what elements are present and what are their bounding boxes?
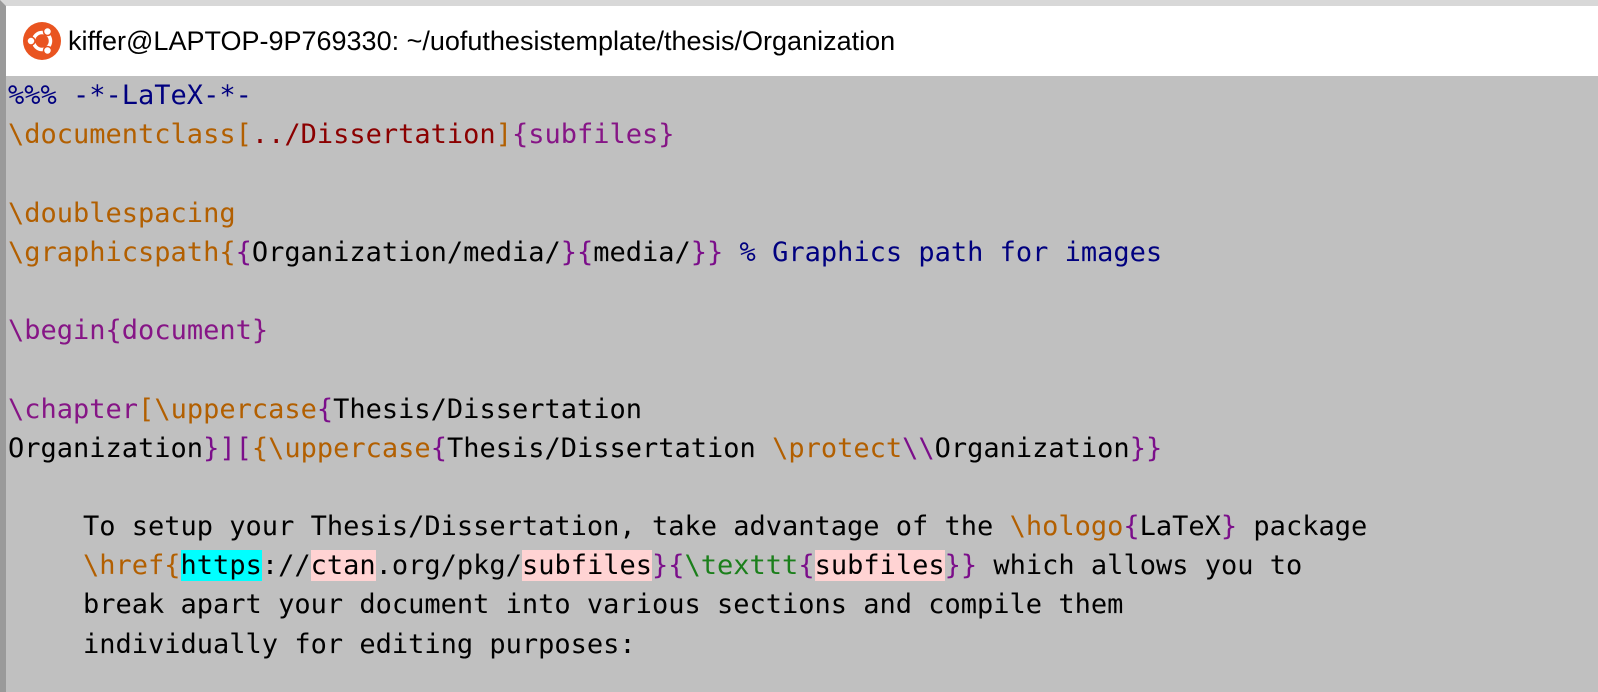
- brace: }{: [560, 236, 594, 268]
- latex-command: \hologo: [1009, 511, 1124, 543]
- latex-text: package: [1237, 511, 1368, 543]
- latex-text: which allows you to: [977, 550, 1303, 582]
- code-line-1: %%% -*-LaTeX-*-: [8, 76, 1598, 115]
- latex-text: Organization: [934, 432, 1130, 464]
- latex-command: \graphicspath: [8, 236, 220, 268]
- code-line-5: \graphicspath{{Organization/media/}{medi…: [8, 233, 1598, 272]
- latex-command: \begin: [8, 315, 106, 347]
- latex-text: break apart your document into various s…: [83, 589, 1124, 621]
- code-line-13: \href{https://ctan.org/pkg/subfiles}{\te…: [8, 546, 1598, 585]
- code-line-4: \doublespacing: [8, 194, 1598, 233]
- bracket: [: [138, 393, 155, 425]
- latex-text: Thesis/Dissertation: [333, 393, 642, 425]
- brace: {: [251, 432, 269, 464]
- url-text: .org/pkg/: [375, 550, 522, 582]
- latex-command: \protect: [772, 432, 903, 464]
- latex-comment: %%% -*-LaTeX-*-: [8, 80, 252, 111]
- brace: }][: [203, 432, 252, 464]
- latex-command: \\: [902, 432, 935, 464]
- code-line-14: break apart your document into various s…: [8, 585, 1598, 624]
- bracket: ]: [495, 119, 512, 151]
- latex-command: \doublespacing: [8, 197, 236, 229]
- latex-text: media/: [593, 236, 691, 268]
- url-scheme-highlight: https: [180, 550, 262, 582]
- brace: }}: [944, 550, 978, 582]
- latex-command: \chapter: [8, 393, 139, 425]
- spell-highlight: subfiles: [814, 550, 945, 582]
- terminal-window: kiffer@LAPTOP-9P769330: ~/uofuthesistemp…: [0, 0, 1598, 692]
- latex-command: \href: [83, 550, 165, 582]
- latex-argument: LaTeX: [1139, 511, 1221, 543]
- code-line-12: To setup your Thesis/Dissertation, take …: [8, 507, 1598, 546]
- latex-command: \uppercase: [268, 432, 431, 464]
- brace: {: [219, 236, 236, 268]
- latex-argument: {document}: [105, 315, 269, 347]
- spell-highlight: subfiles: [521, 550, 652, 582]
- brace: {: [1123, 511, 1140, 543]
- brace: }}: [690, 236, 724, 268]
- ubuntu-icon: [23, 22, 61, 60]
- latex-command: \uppercase: [154, 393, 317, 425]
- brace: }}: [1129, 432, 1163, 464]
- code-line-10: Organization}][{\uppercase{Thesis/Disser…: [8, 429, 1598, 468]
- code-line-2: \documentclass[../Dissertation]{subfiles…: [8, 115, 1598, 154]
- bracket: [: [235, 119, 252, 151]
- code-line-9: \chapter[\uppercase{Thesis/Dissertation: [8, 390, 1598, 429]
- url-text: ://: [261, 550, 311, 582]
- brace: {: [164, 550, 181, 582]
- latex-text: individually for editing purposes:: [83, 628, 636, 660]
- brace: {: [316, 393, 334, 425]
- brace: {: [235, 236, 252, 268]
- latex-comment: % Graphics path for images: [723, 236, 1163, 268]
- latex-command: \documentclass: [8, 119, 236, 151]
- latex-text: To setup your Thesis/Dissertation, take …: [83, 511, 1010, 543]
- brace: {: [430, 432, 447, 464]
- brace: }: [1220, 511, 1238, 543]
- code-line-15: individually for editing purposes:: [8, 625, 1598, 664]
- brace: {: [798, 550, 815, 582]
- latex-text: Organization/media/: [251, 236, 561, 268]
- terminal-editor[interactable]: %%% -*-LaTeX-*- \documentclass[../Disser…: [8, 76, 1598, 692]
- latex-command: \texttt: [684, 550, 799, 582]
- brace: }{: [652, 550, 685, 582]
- latex-option: ../Dissertation: [251, 119, 496, 151]
- latex-text: Thesis/Dissertation: [446, 432, 773, 464]
- window-title: kiffer@LAPTOP-9P769330: ~/uofuthesistemp…: [68, 25, 896, 56]
- title-bar[interactable]: kiffer@LAPTOP-9P769330: ~/uofuthesistemp…: [6, 6, 1598, 76]
- code-line-7: \begin{document}: [8, 311, 1598, 350]
- latex-argument: {subfiles}: [511, 119, 675, 151]
- latex-text: Organization: [8, 432, 204, 464]
- spell-highlight: ctan: [310, 550, 376, 582]
